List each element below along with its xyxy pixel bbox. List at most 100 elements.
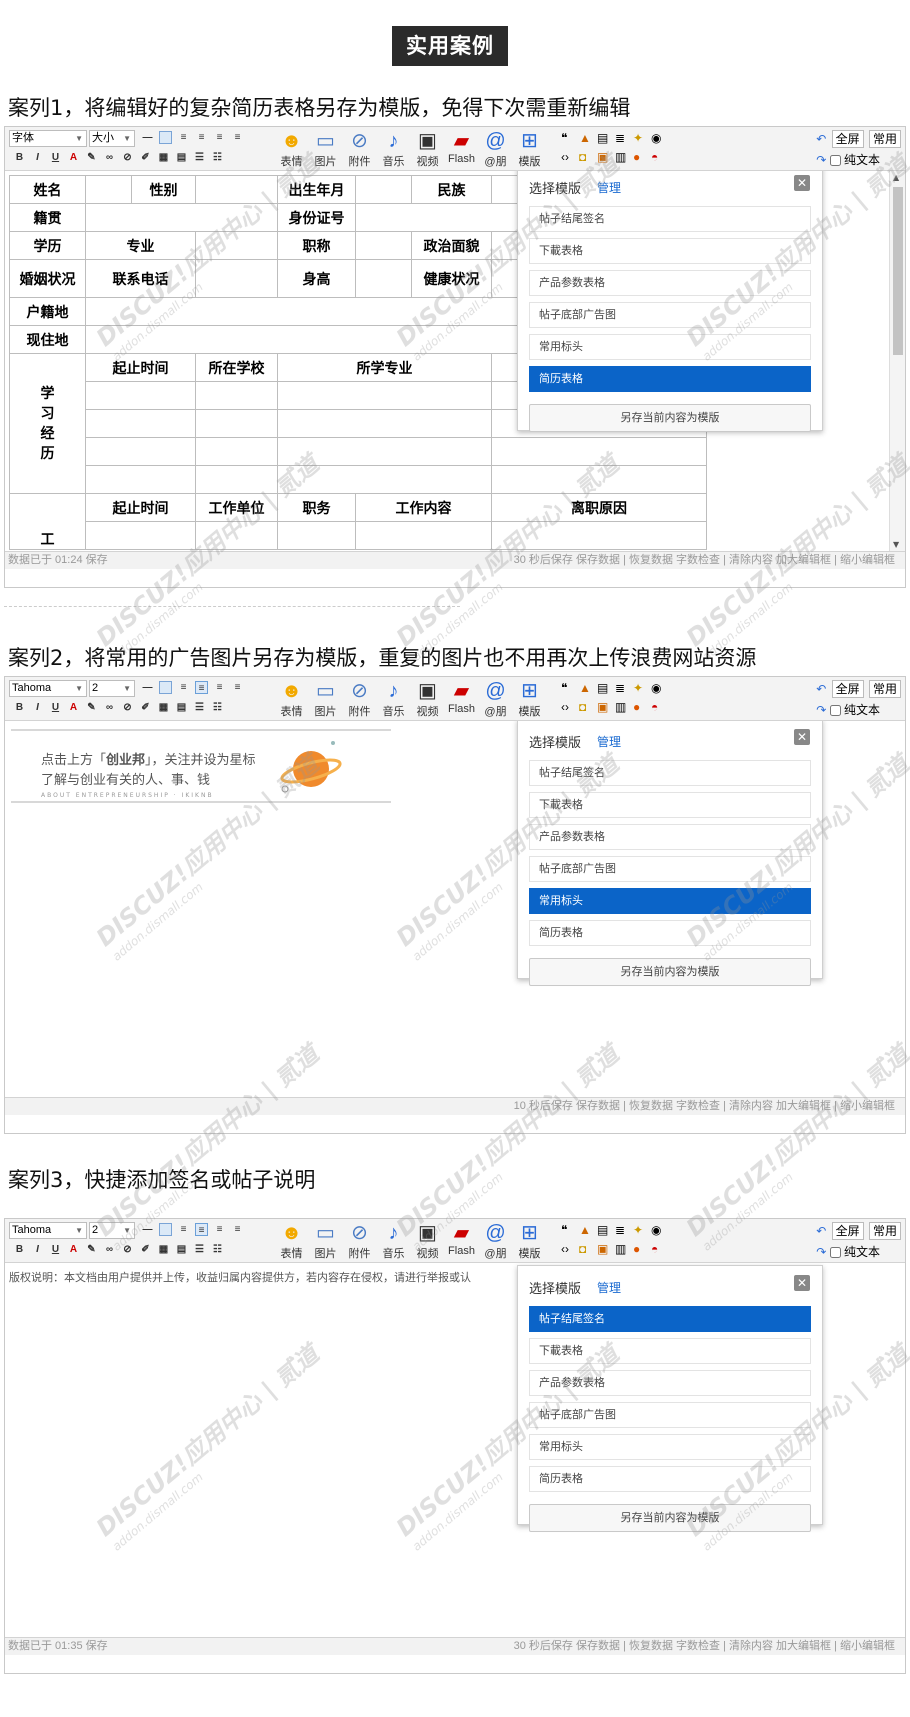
template-item[interactable]: 下載表格 xyxy=(529,238,811,264)
close-icon[interactable]: ✕ xyxy=(794,175,810,191)
clear-format-icon[interactable]: ✐ xyxy=(139,701,152,714)
font-color-icon[interactable]: A xyxy=(67,151,80,164)
indent-icon[interactable]: ▤ xyxy=(175,701,188,714)
template-item[interactable]: 下載表格 xyxy=(529,792,811,818)
font-select[interactable]: Tahoma ▼ xyxy=(9,680,87,697)
scroll-down-icon[interactable]: ▼ xyxy=(893,540,899,549)
code-icon[interactable]: ‹› xyxy=(561,700,579,714)
align-left-icon[interactable]: ≡ xyxy=(177,131,190,144)
size-select[interactable]: 2 ▼ xyxy=(89,1222,135,1239)
clear-format-icon[interactable]: ✐ xyxy=(139,1243,152,1256)
align-right-icon[interactable]: ≡ xyxy=(213,1223,226,1236)
italic-icon[interactable]: I xyxy=(31,701,44,714)
emoji-button[interactable]: ☻ 表情 xyxy=(277,679,306,719)
close-icon[interactable]: ✕ xyxy=(794,729,810,745)
qq-icon[interactable]: ◓ xyxy=(651,700,669,714)
table-icon[interactable]: ▦ xyxy=(157,151,170,164)
bgcolor-icon[interactable] xyxy=(159,1223,172,1236)
flash-button[interactable]: ▰ Flash xyxy=(447,129,476,169)
template-item[interactable]: 常用标头 xyxy=(529,1434,811,1460)
emoji-button[interactable]: ☻ 表情 xyxy=(277,129,306,169)
save-as-template-button[interactable]: 另存当前内容为模版 xyxy=(529,404,811,432)
unordered-list-icon[interactable]: ☷ xyxy=(211,151,224,164)
indent-icon[interactable]: ▤ xyxy=(175,1243,188,1256)
editor-content[interactable]: 姓名 性别 出生年月 民族 籍贯 身份证号 学历 专业 职称 政治面貌 婚姻状况… xyxy=(5,171,905,551)
format-brush-icon[interactable]: ✎ xyxy=(85,151,98,164)
save-as-template-button[interactable]: 另存当前内容为模版 xyxy=(529,1504,811,1532)
mention-button[interactable]: @ @朋 xyxy=(481,679,510,719)
password-icon[interactable]: ▣ xyxy=(597,150,615,164)
music-button[interactable]: ♪ 音乐 xyxy=(379,679,408,719)
free-icon[interactable]: ▲ xyxy=(579,1223,597,1237)
italic-icon[interactable]: I xyxy=(31,1243,44,1256)
attachment-button[interactable]: ⊘ 附件 xyxy=(345,679,374,719)
sell-icon[interactable]: ▥ xyxy=(615,1242,633,1256)
emoji-button[interactable]: ☻ 表情 xyxy=(277,1221,306,1261)
lock-icon[interactable]: ◘ xyxy=(579,700,597,714)
code-icon[interactable]: ‹› xyxy=(561,1242,579,1256)
template-item[interactable]: 常用标头 xyxy=(529,334,811,360)
fullscreen-button[interactable]: 全屏 xyxy=(831,130,864,148)
font-color-icon[interactable]: A xyxy=(67,1243,80,1256)
lock-icon[interactable]: ◘ xyxy=(579,150,597,164)
align-justify-icon[interactable]: ≡ xyxy=(231,131,244,144)
template-item[interactable]: 帖子结尾签名 xyxy=(529,1306,811,1332)
align-center-icon[interactable]: ≡ xyxy=(195,1223,208,1236)
template-item[interactable]: 产品参数表格 xyxy=(529,1370,811,1396)
video-button[interactable]: ▣ 视频 xyxy=(413,679,442,719)
common-button[interactable]: 常用 xyxy=(868,130,901,148)
editor-content[interactable]: 点击上方「创业邦」，关注并设为星标 了解与创业有关的人、事、钱 ABOUT EN… xyxy=(5,721,905,1097)
ordered-list-icon[interactable]: ☰ xyxy=(193,1243,206,1256)
redo-icon[interactable]: ↷ xyxy=(816,153,826,167)
template-item[interactable]: 常用标头 xyxy=(529,888,811,914)
pagebreak-icon[interactable]: ≣ xyxy=(615,681,633,695)
ordered-list-icon[interactable]: ☰ xyxy=(193,151,206,164)
image-button[interactable]: ▭ 图片 xyxy=(311,679,340,719)
hr-icon[interactable]: — xyxy=(141,681,154,694)
template-item[interactable]: 简历表格 xyxy=(529,1466,811,1492)
save-as-template-button[interactable]: 另存当前内容为模版 xyxy=(529,958,811,986)
template-item[interactable]: 帖子底部广告图 xyxy=(529,1402,811,1428)
font-color-icon[interactable]: A xyxy=(67,701,80,714)
size-select[interactable]: 2 ▼ xyxy=(89,680,135,697)
template-item[interactable]: 产品参数表格 xyxy=(529,824,811,850)
template-item[interactable]: 帖子底部广告图 xyxy=(529,302,811,328)
font-select[interactable]: Tahoma ▼ xyxy=(9,1222,87,1239)
underline-icon[interactable]: U xyxy=(49,701,62,714)
lock-icon[interactable]: ◘ xyxy=(579,1242,597,1256)
unlink-icon[interactable]: ⊘ xyxy=(121,1243,134,1256)
font-select[interactable]: 字体 ▼ xyxy=(9,130,87,147)
bgcolor-icon[interactable] xyxy=(159,131,172,144)
ordered-list-icon[interactable]: ☰ xyxy=(193,701,206,714)
format-brush-icon[interactable]: ✎ xyxy=(85,701,98,714)
redo-icon[interactable]: ↷ xyxy=(816,703,826,717)
template-item[interactable]: 产品参数表格 xyxy=(529,270,811,296)
align-left-icon[interactable]: ≡ xyxy=(177,1223,190,1236)
align-left-icon[interactable]: ≡ xyxy=(177,681,190,694)
code-icon[interactable]: ‹› xyxy=(561,150,579,164)
flash-button[interactable]: ▰ Flash xyxy=(447,1221,476,1261)
undo-icon[interactable]: ↶ xyxy=(816,1224,826,1238)
scroll-thumb[interactable] xyxy=(893,187,903,355)
align-justify-icon[interactable]: ≡ xyxy=(231,681,244,694)
template-item[interactable]: 简历表格 xyxy=(529,920,811,946)
bold-icon[interactable]: B xyxy=(13,1243,26,1256)
quote-icon[interactable]: ❝ xyxy=(561,681,579,695)
attachment-button[interactable]: ⊘ 附件 xyxy=(345,129,374,169)
format-brush-icon[interactable]: ✎ xyxy=(85,1243,98,1256)
template-item[interactable]: 帖子底部广告图 xyxy=(529,856,811,882)
hide-icon[interactable]: ✦ xyxy=(633,1223,651,1237)
globe-icon[interactable]: ◉ xyxy=(651,1223,669,1237)
free-icon[interactable]: ▲ xyxy=(579,131,597,145)
underline-icon[interactable]: U xyxy=(49,151,62,164)
template-item[interactable]: 简历表格 xyxy=(529,366,811,392)
size-select[interactable]: 大小 ▼ xyxy=(89,130,135,147)
italic-icon[interactable]: I xyxy=(31,151,44,164)
qq-icon[interactable]: ◓ xyxy=(651,1242,669,1256)
music-button[interactable]: ♪ 音乐 xyxy=(379,129,408,169)
plain-text-checkbox[interactable] xyxy=(829,155,841,167)
image-button[interactable]: ▭ 图片 xyxy=(311,129,340,169)
hr-icon[interactable]: — xyxy=(141,1223,154,1236)
attachment-button[interactable]: ⊘ 附件 xyxy=(345,1221,374,1261)
template-button[interactable]: ⊞ 模版 xyxy=(515,679,544,719)
